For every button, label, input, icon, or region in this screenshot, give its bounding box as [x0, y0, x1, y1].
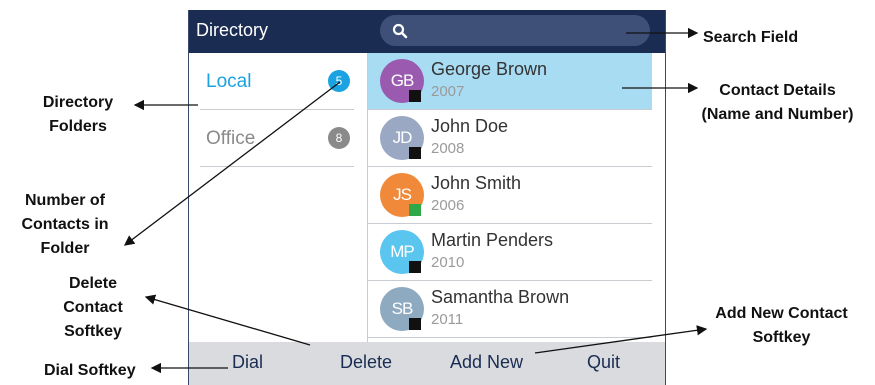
callout-arrows [123, 27, 708, 374]
